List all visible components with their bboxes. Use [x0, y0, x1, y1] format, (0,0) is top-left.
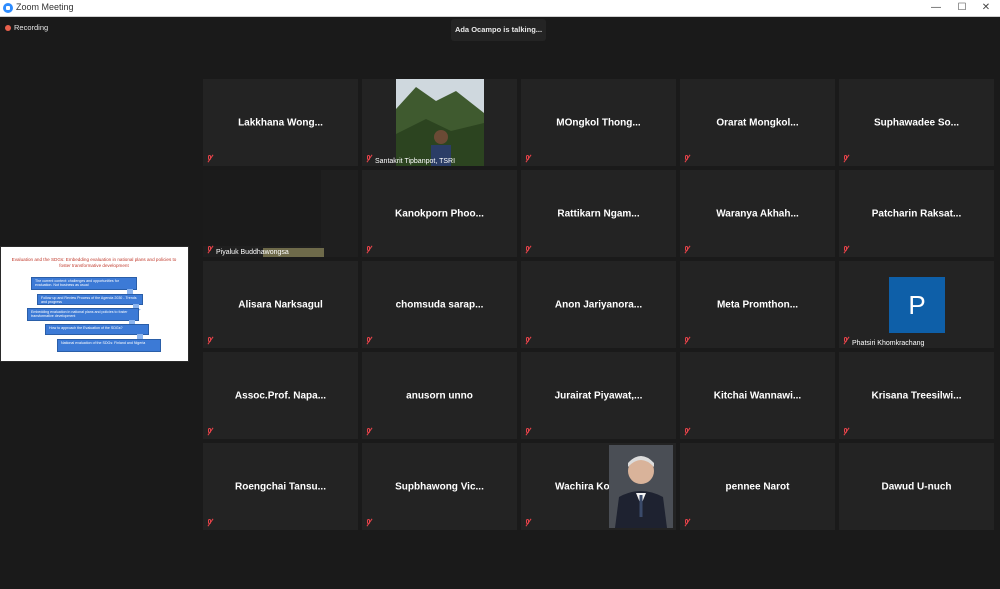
record-dot-icon	[5, 25, 11, 31]
participant-name: anusorn unno	[406, 390, 473, 401]
muted-mic-icon	[206, 519, 214, 527]
participant-tile[interactable]: Suphawadee So...	[839, 79, 994, 166]
participant-name: Santakrit Tipbanpot, TSRI	[375, 158, 456, 165]
muted-mic-icon	[365, 428, 373, 436]
participant-name: Krisana Treesilwi...	[871, 390, 962, 401]
participant-tile[interactable]: Patcharin Raksat...	[839, 170, 994, 257]
participant-name: Suphawadee So...	[873, 117, 960, 128]
muted-mic-icon	[524, 428, 532, 436]
participant-name: Assoc.Prof. Napa...	[234, 390, 327, 401]
participant-tile[interactable]: chomsuda sarap...	[362, 261, 517, 348]
participant-tile-video[interactable]: Piyaluk Buddhawongsa	[203, 170, 358, 257]
muted-mic-icon	[683, 155, 691, 163]
participant-video	[396, 79, 484, 166]
participant-tile[interactable]: Waranya Akhah...	[680, 170, 835, 257]
participant-name: Orarat Mongkol...	[716, 117, 799, 128]
slide-item: Follow up and Review Process of the Agen…	[37, 294, 143, 305]
muted-mic-icon	[524, 337, 532, 345]
minimize-button[interactable]: —	[922, 0, 950, 16]
participant-tile[interactable]: Meta Promthon...	[680, 261, 835, 348]
muted-mic-icon	[365, 337, 373, 345]
participant-tile[interactable]: Jurairat Piyawat,...	[521, 352, 676, 439]
muted-mic-icon	[683, 246, 691, 254]
muted-mic-icon	[365, 155, 373, 163]
participant-tile[interactable]: Roengchai Tansu...	[203, 443, 358, 530]
participant-name: Supbhawong Vic...	[395, 481, 484, 492]
participant-name: Phatsiri Khomkrachang	[852, 340, 925, 347]
participant-name: Roengchai Tansu...	[235, 481, 326, 492]
participant-name: chomsuda sarap...	[395, 299, 484, 310]
muted-mic-icon	[842, 246, 850, 254]
participant-name: Anon Jariyanora...	[554, 299, 643, 310]
participant-profile-photo	[609, 445, 673, 528]
participant-tile[interactable]: Alisara Narksagul	[203, 261, 358, 348]
participant-name: Waranya Akhah...	[716, 208, 799, 219]
muted-mic-icon	[842, 155, 850, 163]
title-bar: Zoom Meeting — ☐ ✕	[0, 0, 1000, 17]
slide-item: National evaluation of the SDGs: Finland…	[57, 339, 161, 352]
slide-title: Evaluation and the SDGs: Embedding evalu…	[11, 257, 177, 268]
participant-tile[interactable]: MOngkol Thong...	[521, 79, 676, 166]
muted-mic-icon	[842, 337, 850, 345]
participant-video	[203, 170, 321, 246]
participant-name: Piyaluk Buddhawongsa	[216, 249, 289, 256]
avatar: P	[889, 277, 945, 333]
zoom-logo-icon	[3, 3, 13, 13]
muted-mic-icon	[842, 428, 850, 436]
slide-item: The current context: challenges and oppo…	[31, 277, 137, 290]
participant-tile[interactable]: Krisana Treesilwi...	[839, 352, 994, 439]
participant-tile[interactable]: Lakkhana Wong...	[203, 79, 358, 166]
shared-screen-thumbnail[interactable]: Evaluation and the SDGs: Embedding evalu…	[0, 246, 189, 362]
muted-mic-icon	[206, 428, 214, 436]
participant-tile-photo[interactable]: Wachira Ko	[521, 443, 676, 530]
participant-tile[interactable]: Rattikarn Ngam...	[521, 170, 676, 257]
participant-name: MOngkol Thong...	[556, 117, 641, 128]
muted-mic-icon	[524, 155, 532, 163]
participant-name: Meta Promthon...	[716, 299, 799, 310]
participant-tile[interactable]: Orarat Mongkol...	[680, 79, 835, 166]
participant-tile[interactable]: pennee Narot	[680, 443, 835, 530]
close-button[interactable]: ✕	[972, 0, 1000, 16]
participant-name: Kanokporn Phoo...	[395, 208, 484, 219]
participant-name: Patcharin Raksat...	[871, 208, 962, 219]
participant-tile[interactable]: anusorn unno	[362, 352, 517, 439]
muted-mic-icon	[365, 519, 373, 527]
participant-tile[interactable]: Assoc.Prof. Napa...	[203, 352, 358, 439]
slide-item: How to approach the Evaluation of the SD…	[45, 324, 149, 335]
window-title: Zoom Meeting	[16, 2, 74, 12]
muted-mic-icon	[206, 337, 214, 345]
recording-indicator[interactable]: Recording	[5, 23, 48, 32]
muted-mic-icon	[365, 246, 373, 254]
muted-mic-icon	[206, 155, 214, 163]
muted-mic-icon	[683, 428, 691, 436]
participant-name: Lakkhana Wong...	[238, 117, 323, 128]
participant-name: Rattikarn Ngam...	[557, 208, 640, 219]
participant-name: Alisara Narksagul	[238, 299, 323, 310]
participant-name: pennee Narot	[725, 481, 790, 492]
muted-mic-icon	[683, 519, 691, 527]
participant-tile[interactable]: Anon Jariyanora...	[521, 261, 676, 348]
muted-mic-icon	[683, 337, 691, 345]
participant-tile[interactable]: Kitchai Wannawi...	[680, 352, 835, 439]
slide-item: Embedding evaluation in national plans a…	[27, 308, 139, 321]
muted-mic-icon	[524, 246, 532, 254]
participant-tile[interactable]: Kanokporn Phoo...	[362, 170, 517, 257]
participant-name: Jurairat Piyawat,...	[554, 390, 643, 401]
active-speaker-banner: Ada Ocampo is talking...	[451, 19, 546, 41]
participant-name: Dawud U-nuch	[881, 481, 952, 492]
muted-mic-icon	[206, 246, 214, 254]
participant-name: Kitchai Wannawi...	[713, 390, 802, 401]
muted-mic-icon	[524, 519, 532, 527]
recording-label: Recording	[14, 23, 49, 32]
participant-tile-avatar[interactable]: P Phatsiri Khomkrachang	[839, 261, 994, 348]
participant-tile[interactable]: Dawud U-nuch	[839, 443, 994, 530]
participant-tile[interactable]: Supbhawong Vic...	[362, 443, 517, 530]
participant-tile-video[interactable]: Santakrit Tipbanpot, TSRI	[362, 79, 517, 166]
